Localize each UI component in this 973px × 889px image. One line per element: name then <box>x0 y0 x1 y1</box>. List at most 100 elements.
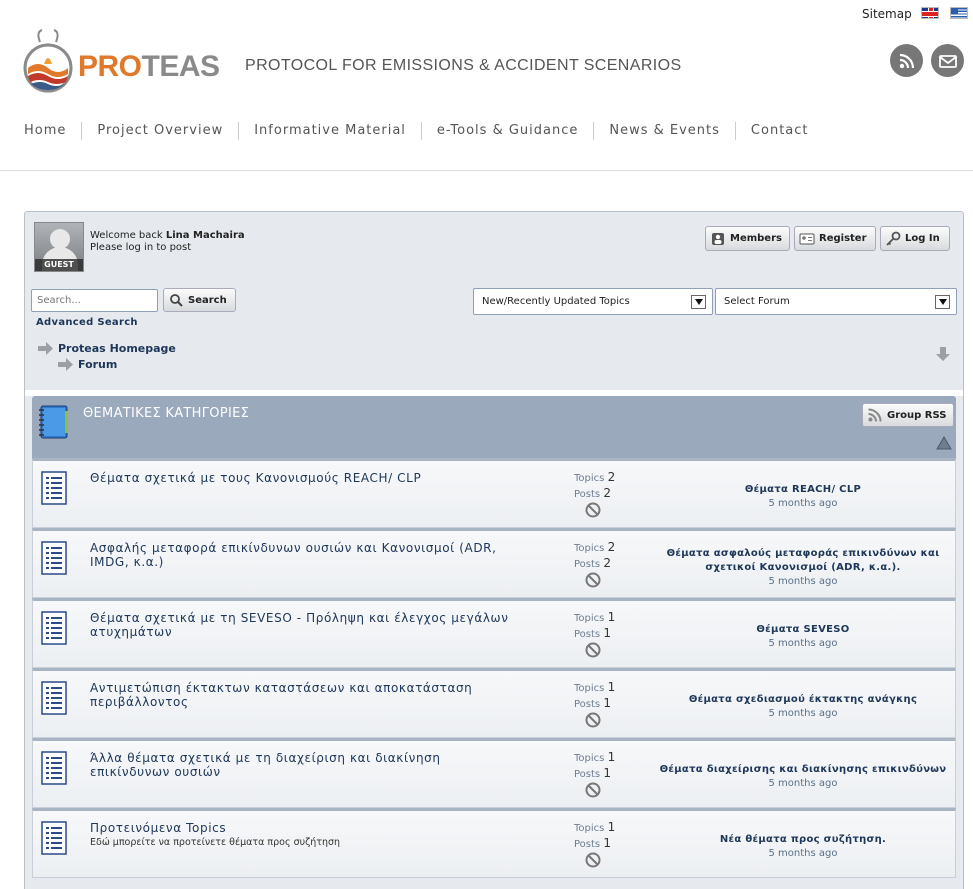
last-post: Νέα θέματα προς συζήτηση. 5 months ago <box>653 833 953 861</box>
breadcrumb-home[interactable]: Proteas Homepage <box>37 342 176 355</box>
last-post-time: 5 months ago <box>768 708 838 719</box>
forum-title-link[interactable]: Αντιμετώπιση έκτακτων καταστάσεων και απ… <box>90 681 510 709</box>
forum-stats: Topics 1 Posts 1 <box>574 680 616 710</box>
last-post-link[interactable]: Θέματα σχεδιασμού έκτακτης ανάγκης <box>689 694 917 705</box>
welcome-message: Welcome back Lina Machaira Please log in… <box>90 230 245 253</box>
chevron-down-icon <box>935 295 950 309</box>
arrow-right-icon <box>38 342 53 355</box>
last-post-time: 5 months ago <box>768 778 838 789</box>
category-title[interactable]: ΘΕΜΑΤΙΚΕΣ ΚΑΤΗΓΟΡΙΕΣ <box>83 406 249 421</box>
topics-filter-select[interactable]: New/Recently Updated Topics <box>473 288 713 315</box>
last-post-time: 5 months ago <box>768 576 838 587</box>
document-icon <box>41 471 67 505</box>
last-post: Θέματα REACH/ CLP 5 months ago <box>653 483 953 511</box>
guest-tag: GUEST <box>35 259 83 271</box>
forum-title-link[interactable]: Προτεινόμενα Topics <box>90 821 510 835</box>
list-item: Προτεινόμενα Topics Εδώ μπορείτε να προτ… <box>32 808 956 878</box>
main-navigation: Home Project Overview Informative Materi… <box>24 122 824 140</box>
list-item: Θέματα σχετικά με τη SEVESO - Πρόληψη κα… <box>32 598 956 668</box>
forum-list: Θέματα σχετικά με τους Κανονισμούς REACH… <box>32 458 956 878</box>
group-rss-button[interactable]: Group RSS <box>862 403 954 427</box>
forum-title-link[interactable]: Ασφαλής μεταφορά επικίνδυνων ουσιών και … <box>90 541 510 569</box>
sitemap-link[interactable]: Sitemap <box>862 7 912 21</box>
nav-informative-material[interactable]: Informative Material <box>238 122 421 140</box>
nav-home[interactable]: Home <box>24 122 81 140</box>
last-post: Θέματα σχεδιασμού έκτακτης ανάγκης 5 mont… <box>653 693 953 721</box>
nav-news-events[interactable]: News & Events <box>593 122 735 140</box>
site-tagline: PROTOCOL FOR EMISSIONS & ACCIDENT SCENAR… <box>245 57 682 74</box>
book-icon <box>39 405 68 439</box>
user-name: Lina Machaira <box>165 230 245 241</box>
last-post-link[interactable]: Θέματα SEVESO <box>756 624 849 635</box>
logo-wordmark: PROTEAS <box>78 50 220 83</box>
forum-stats: Topics 2 Posts 2 <box>574 470 616 500</box>
forum-description: Εδώ μπορείτε να προτείνετε θέματα προς σ… <box>90 837 341 848</box>
category-header: ΘΕΜΑΤΙΚΕΣ ΚΑΤΗΓΟΡΙΕΣ Group RSS <box>32 396 956 458</box>
search-input[interactable] <box>31 289 158 312</box>
forum-panel: GUEST Welcome back Lina Machaira Please … <box>24 211 964 889</box>
rss-button[interactable] <box>890 44 923 77</box>
site-logo[interactable]: PROTEAS <box>22 28 222 96</box>
last-post: Θέματα SEVESO 5 months ago <box>653 623 953 651</box>
search-button[interactable]: Search <box>163 288 236 312</box>
no-entry-icon <box>585 572 601 588</box>
email-button[interactable] <box>931 44 964 77</box>
members-icon <box>710 231 726 247</box>
no-entry-icon <box>585 642 601 658</box>
last-post-time: 5 months ago <box>768 498 838 509</box>
last-post-link[interactable]: Νέα θέματα προς συζήτηση. <box>720 834 886 845</box>
rss-icon <box>867 407 883 423</box>
no-entry-icon <box>585 782 601 798</box>
forum-stats: Topics 2 Posts 2 <box>574 540 616 570</box>
greek-flag-icon[interactable] <box>950 7 968 19</box>
envelope-icon <box>938 54 957 68</box>
arrow-right-icon <box>58 358 73 371</box>
magnifier-icon <box>168 292 184 308</box>
no-entry-icon <box>585 712 601 728</box>
last-post: Θέματα ασφαλούς μεταφοράς επικινδύνων κα… <box>653 547 953 589</box>
forum-select[interactable]: Select Forum <box>715 288 957 315</box>
forum-stats: Topics 1 Posts 1 <box>574 820 616 850</box>
breadcrumb-forum[interactable]: Forum <box>57 358 117 371</box>
login-button[interactable]: Log In <box>880 226 950 251</box>
register-button[interactable]: Register <box>794 226 876 251</box>
nav-project-overview[interactable]: Project Overview <box>81 122 238 140</box>
list-item: Άλλα θέματα σχετικά με τη διαχείριση και… <box>32 738 956 808</box>
forum-title-link[interactable]: Άλλα θέματα σχετικά με τη διαχείριση και… <box>90 751 510 779</box>
arrow-down-icon[interactable] <box>935 346 951 362</box>
collapse-triangle-icon[interactable] <box>936 436 952 450</box>
no-entry-icon <box>585 852 601 868</box>
last-post-time: 5 months ago <box>768 638 838 649</box>
key-icon <box>885 231 901 247</box>
forum-title-link[interactable]: Θέματα σχετικά με τη SEVESO - Πρόληψη κα… <box>90 611 510 639</box>
forum-stats: Topics 1 Posts 1 <box>574 750 616 780</box>
document-icon <box>41 681 67 715</box>
document-icon <box>41 611 67 645</box>
rss-icon <box>899 53 914 68</box>
nav-etools-guidance[interactable]: e-Tools & Guidance <box>420 122 593 140</box>
document-icon <box>41 751 67 785</box>
chevron-down-icon <box>691 295 706 309</box>
last-post-link[interactable]: Θέματα REACH/ CLP <box>745 484 861 495</box>
login-prompt: Please log in to post <box>90 242 192 253</box>
last-post-time: 5 months ago <box>768 848 838 859</box>
list-item: Ασφαλής μεταφορά επικίνδυνων ουσιών και … <box>32 528 956 598</box>
english-flag-icon[interactable] <box>921 7 939 19</box>
advanced-search-link[interactable]: Advanced Search <box>36 317 138 328</box>
last-post: Θέματα διαχείρισης και διακίνησης επικιν… <box>653 763 953 791</box>
last-post-link[interactable]: Θέματα διαχείρισης και διακίνησης επικιν… <box>660 764 947 775</box>
forum-title-link[interactable]: Θέματα σχετικά με τους Κανονισμούς REACH… <box>90 471 510 485</box>
document-icon <box>41 541 67 575</box>
list-item: Αντιμετώπιση έκτακτων καταστάσεων και απ… <box>32 668 956 738</box>
id-card-icon <box>799 231 815 247</box>
list-item: Θέματα σχετικά με τους Κανονισμούς REACH… <box>32 458 956 528</box>
avatar: GUEST <box>34 222 84 272</box>
last-post-link[interactable]: Θέματα ασφαλούς μεταφοράς επικινδύνων κα… <box>667 548 940 573</box>
no-entry-icon <box>585 502 601 518</box>
document-icon <box>41 821 67 855</box>
forum-stats: Topics 1 Posts 1 <box>574 610 616 640</box>
header-divider <box>0 170 973 171</box>
members-button[interactable]: Members <box>705 226 790 251</box>
proteas-logo-icon <box>23 29 73 93</box>
nav-contact[interactable]: Contact <box>734 122 824 140</box>
